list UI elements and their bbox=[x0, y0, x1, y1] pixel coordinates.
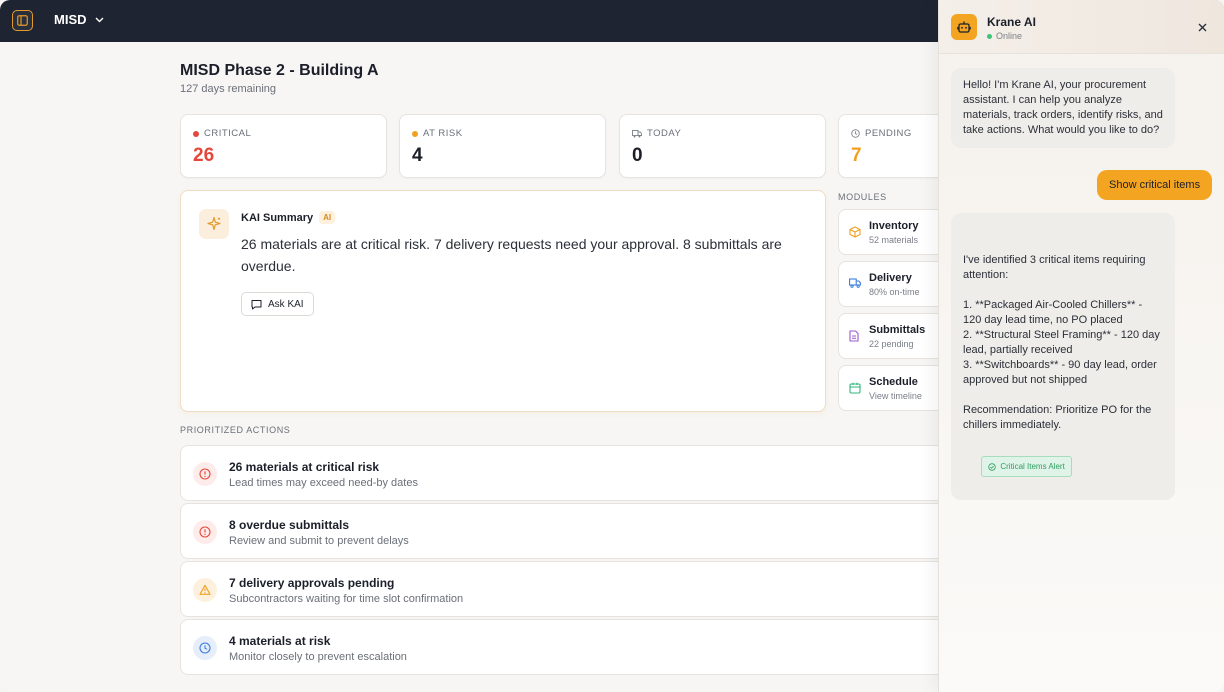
stat-label: AT RISK bbox=[423, 128, 463, 139]
close-chat-button[interactable] bbox=[1195, 20, 1209, 34]
action-title: 8 overdue submittals bbox=[229, 518, 350, 532]
robot-icon bbox=[951, 14, 977, 40]
chat-status: Online bbox=[987, 31, 1022, 41]
stat-label-row: PENDING bbox=[851, 128, 912, 139]
stat-label-row: CRITICAL bbox=[193, 128, 251, 139]
module-title: Schedule bbox=[869, 376, 918, 388]
sidebar-icon bbox=[17, 15, 28, 26]
app-frame: MISD MISD Phase 2 - Building A 127 days … bbox=[0, 0, 1224, 692]
sidebar-toggle-button[interactable] bbox=[12, 10, 33, 31]
module-title: Inventory bbox=[869, 220, 919, 232]
alert-circle-icon bbox=[193, 520, 217, 544]
stat-label: CRITICAL bbox=[204, 128, 252, 139]
module-submittals[interactable]: Submittals 22 pending bbox=[838, 313, 948, 359]
stat-card-at-risk[interactable]: AT RISK 4 bbox=[399, 114, 606, 178]
action-item-delivery-approvals[interactable]: 7 delivery approvals pending Subcontract… bbox=[180, 561, 950, 617]
action-subtitle: Monitor closely to prevent escalation bbox=[229, 651, 407, 663]
days-remaining: 127 days remaining bbox=[180, 83, 277, 95]
ai-badge: AI bbox=[319, 211, 336, 224]
close-icon bbox=[1198, 23, 1206, 31]
truck-icon bbox=[849, 278, 861, 288]
module-subtitle: 80% on-time bbox=[869, 287, 920, 297]
module-schedule[interactable]: Schedule View timeline bbox=[838, 365, 948, 411]
kai-summary-card: KAI Summary AI 26 materials are at criti… bbox=[180, 190, 826, 412]
modules-heading: MODULES bbox=[838, 192, 887, 202]
action-title: 26 materials at critical risk bbox=[229, 460, 380, 474]
box-icon bbox=[849, 226, 861, 238]
project-switcher[interactable]: MISD bbox=[54, 12, 104, 27]
user-message-text: Show critical items bbox=[1109, 179, 1201, 191]
stat-value: 0 bbox=[632, 145, 643, 166]
page-title: MISD Phase 2 - Building A bbox=[180, 62, 379, 79]
stat-value: 26 bbox=[193, 145, 215, 166]
summary-title-row: KAI Summary AI bbox=[241, 211, 336, 224]
project-switcher-label: MISD bbox=[54, 12, 87, 27]
warning-triangle-icon bbox=[193, 578, 217, 602]
document-icon bbox=[849, 330, 859, 342]
stat-card-today[interactable]: TODAY 0 bbox=[619, 114, 826, 178]
alert-circle-icon bbox=[193, 462, 217, 486]
stat-card-pending[interactable]: PENDING 7 bbox=[838, 114, 948, 178]
stat-label-row: AT RISK bbox=[412, 128, 463, 139]
action-subtitle: Lead times may exceed need-by dates bbox=[229, 477, 418, 489]
online-dot-icon bbox=[987, 33, 992, 39]
action-item-critical-materials[interactable]: 26 materials at critical risk Lead times… bbox=[180, 445, 950, 501]
sparkle-icon bbox=[199, 209, 229, 239]
chat-status-label: Online bbox=[996, 31, 1023, 41]
critical-dot-icon bbox=[193, 130, 199, 137]
module-inventory[interactable]: Inventory 52 materials bbox=[838, 209, 948, 255]
summary-text: 26 materials are at critical risk. 7 del… bbox=[241, 236, 782, 274]
clock-icon bbox=[851, 129, 860, 138]
stat-value: 7 bbox=[851, 145, 862, 166]
module-title: Delivery bbox=[869, 272, 912, 284]
chat-bubble-icon bbox=[251, 299, 262, 309]
krane-ai-chat-panel: Krane AI Online Hello! I'm Krane AI, you… bbox=[938, 0, 1224, 692]
calendar-icon bbox=[849, 382, 861, 394]
action-title: 7 delivery approvals pending bbox=[229, 576, 395, 590]
truck-icon bbox=[632, 129, 642, 137]
summary-title: KAI Summary bbox=[241, 211, 314, 224]
chevron-down-icon bbox=[95, 17, 103, 22]
ask-kai-button[interactable]: Ask KAI bbox=[241, 292, 314, 316]
main-content: MISD Phase 2 - Building A 127 days remai… bbox=[0, 42, 950, 692]
stat-value: 4 bbox=[412, 145, 423, 166]
chat-assistant-name: Krane AI bbox=[987, 15, 1036, 29]
ask-kai-label: Ask KAI bbox=[268, 298, 304, 310]
assistant-reply: I've identified 3 critical items requiri… bbox=[951, 213, 1175, 500]
module-subtitle: 22 pending bbox=[869, 339, 914, 349]
alert-tag-label: Critical Items Alert bbox=[1000, 462, 1065, 471]
assistant-reply-text: I've identified 3 critical items requiri… bbox=[963, 254, 1160, 431]
prioritized-actions-heading: PRIORITIZED ACTIONS bbox=[180, 425, 291, 435]
stat-label: PENDING bbox=[865, 128, 912, 139]
module-delivery[interactable]: Delivery 80% on-time bbox=[838, 261, 948, 307]
action-title: 4 materials at risk bbox=[229, 634, 331, 648]
critical-items-alert-tag[interactable]: Critical Items Alert bbox=[981, 456, 1072, 477]
at-risk-dot-icon bbox=[412, 130, 418, 137]
stat-card-critical[interactable]: CRITICAL 26 bbox=[180, 114, 387, 178]
chat-header: Krane AI Online bbox=[939, 0, 1224, 54]
action-item-materials-at-risk[interactable]: 4 materials at risk Monitor closely to p… bbox=[180, 619, 950, 675]
module-title: Submittals bbox=[869, 324, 926, 336]
check-circle-icon bbox=[988, 462, 997, 471]
clock-icon bbox=[193, 636, 217, 660]
stat-label-row: TODAY bbox=[632, 128, 681, 139]
action-item-overdue-submittals[interactable]: 8 overdue submittals Review and submit t… bbox=[180, 503, 950, 559]
assistant-message: Hello! I'm Krane AI, your procurement as… bbox=[951, 68, 1175, 148]
action-subtitle: Review and submit to prevent delays bbox=[229, 535, 409, 547]
user-message-show-critical-items[interactable]: Show critical items bbox=[1097, 170, 1213, 200]
stat-label: TODAY bbox=[647, 128, 682, 139]
module-subtitle: View timeline bbox=[869, 391, 922, 401]
action-subtitle: Subcontractors waiting for time slot con… bbox=[229, 593, 464, 605]
module-subtitle: 52 materials bbox=[869, 235, 919, 245]
